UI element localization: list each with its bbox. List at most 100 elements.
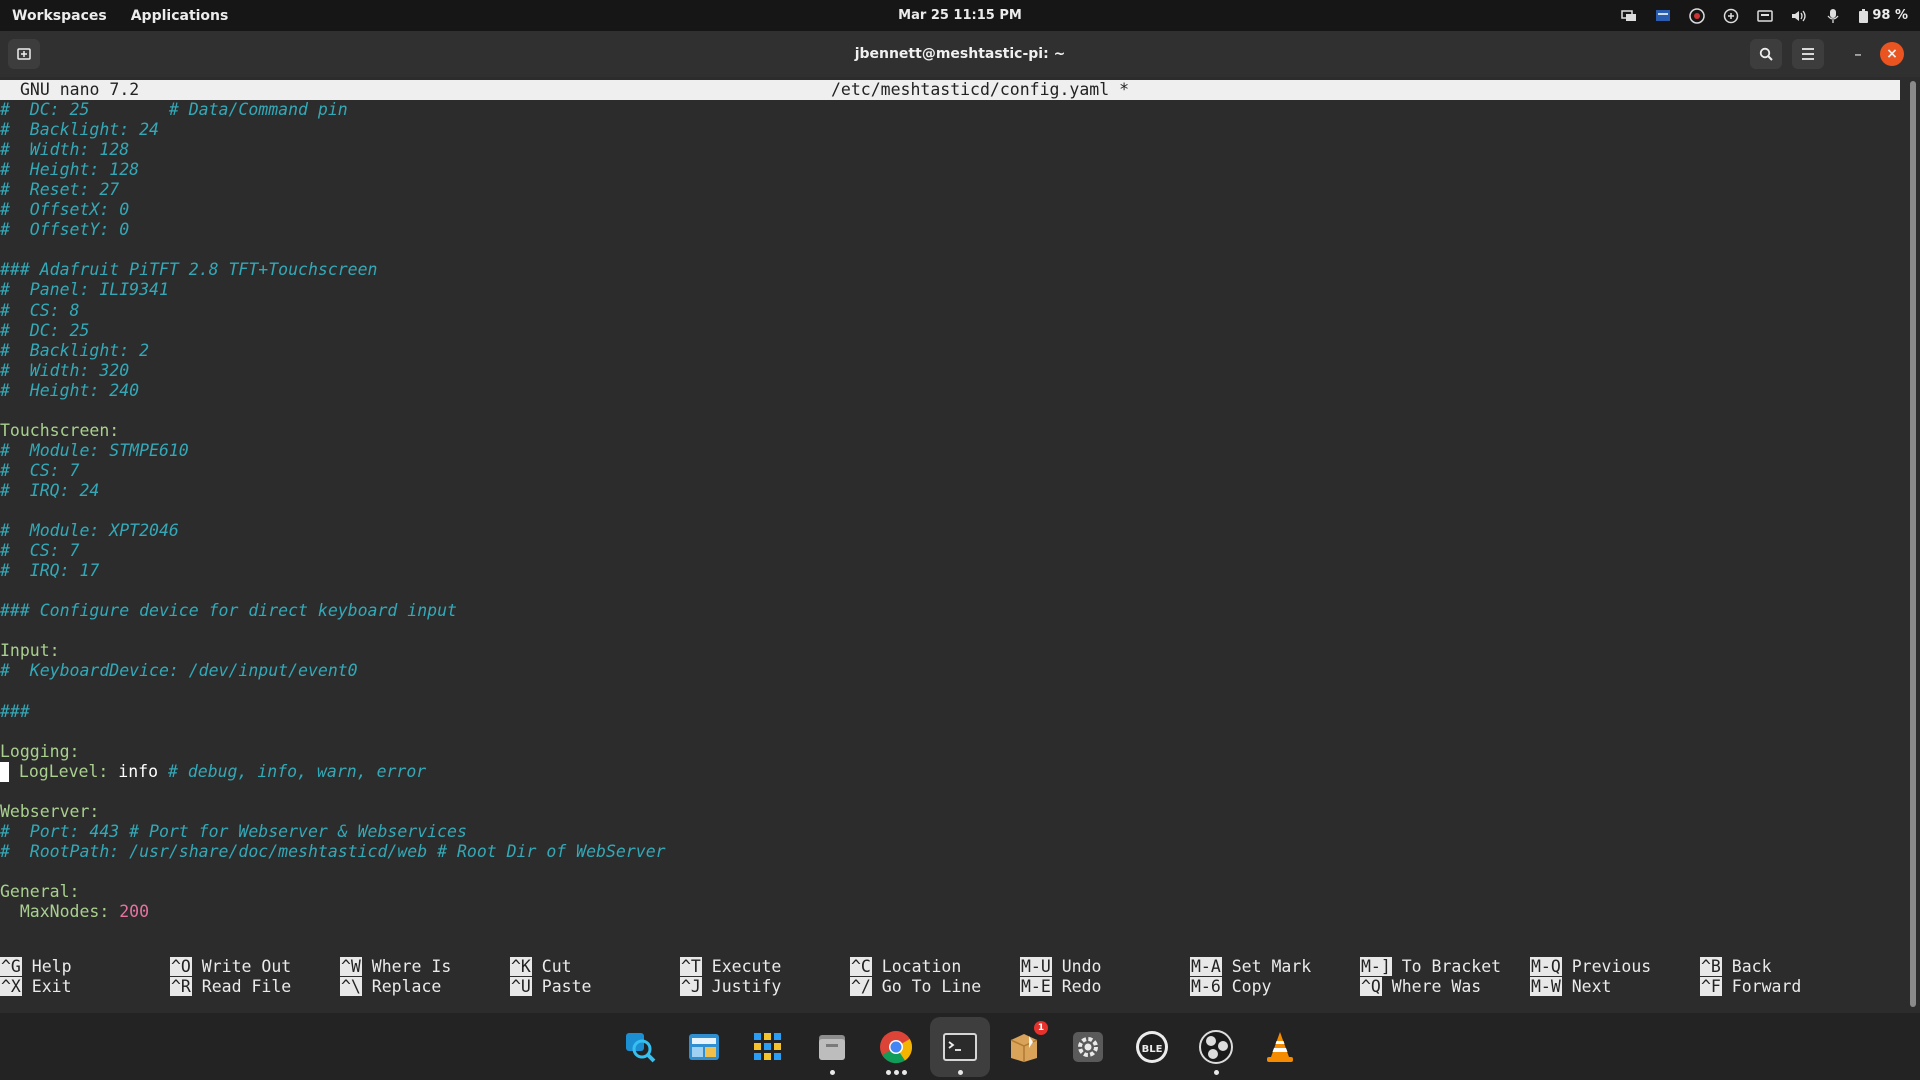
yaml-key: Logging: (0, 741, 80, 761)
editor-line: # Height: 240 (0, 381, 139, 401)
shortcut-label: Forward (1721, 977, 1802, 996)
shortcut-label: Justify (701, 977, 782, 996)
comment-text: # RootPath: /usr/share/doc/meshtasticd/w… (0, 841, 666, 861)
editor-line: # CS: 8 (0, 301, 79, 321)
shortcut-item[interactable]: M-] To Bracket (1360, 957, 1501, 977)
nano-shortcut-bar: ^G Help ^X Exit ^O Write Out ^R Read File ^W… (0, 957, 1920, 1001)
dock-item-app-grid[interactable] (738, 1017, 798, 1077)
editor-line: ### Configure device for direct keyboard… (0, 601, 457, 621)
comment-text: # DC: 25 (0, 320, 90, 340)
comment-text: # DC: 25 # Data/Command pin (0, 100, 348, 119)
network-tray-icon[interactable] (1655, 8, 1671, 24)
shortcut-item[interactable]: ^R Read File (170, 977, 291, 997)
shortcut-item[interactable]: ^U Paste (510, 977, 591, 997)
minimize-button[interactable]: – (1842, 39, 1874, 69)
running-indicator (902, 1070, 907, 1075)
dock-item-system-monitor[interactable] (674, 1017, 734, 1077)
editor-line: # IRQ: 17 (0, 561, 99, 581)
shortcut-item[interactable]: M-E Redo (1020, 977, 1101, 997)
shortcut-item[interactable]: M-W Next (1530, 977, 1611, 997)
applications-menu[interactable]: Applications (131, 8, 229, 24)
shortcut-item[interactable]: ^B Back (1700, 957, 1772, 977)
shortcut-item[interactable]: M-Q Previous (1530, 957, 1651, 977)
shortcut-item[interactable]: ^W Where Is (340, 957, 451, 977)
keyboard-tray-icon[interactable] (1757, 8, 1774, 24)
comment-text: # Port: 443 # Port for Webserver & Webse… (0, 821, 467, 841)
shortcut-key: ^Q (1360, 977, 1382, 996)
system-top-bar: Workspaces Applications Mar 25 11:15 PM … (0, 0, 1920, 31)
shortcut-item[interactable]: ^X Exit (0, 977, 72, 997)
terminal-area[interactable]: GNU nano 7.2 /etc/meshtasticd/config.yam… (0, 77, 1920, 1013)
microphone-icon[interactable] (1825, 8, 1841, 24)
comment-text: # Height: 240 (0, 380, 140, 400)
shortcut-item[interactable]: ^J Justify (680, 977, 781, 997)
shortcut-item[interactable]: ^G Help (0, 957, 72, 977)
dock-item-ble-app[interactable]: BLE (1122, 1017, 1182, 1077)
editor-line: # Backlight: 2 (0, 341, 149, 361)
shortcut-item[interactable]: ^\ Replace (340, 977, 441, 997)
shortcut-item[interactable]: ^K Cut (510, 957, 572, 977)
display-icon[interactable] (1621, 8, 1637, 24)
comment-text: # CS: 8 (0, 300, 80, 320)
search-button[interactable] (1750, 39, 1782, 69)
nano-title-bar: GNU nano 7.2 /etc/meshtasticd/config.yam… (0, 80, 1900, 100)
comment-text: # OffsetX: 0 (0, 200, 130, 220)
shortcut-item[interactable]: M-U Undo (1020, 957, 1101, 977)
dock-item-terminal[interactable] (930, 1017, 990, 1077)
comment-text: # KeyboardDevice: /dev/input/event0 (0, 661, 358, 681)
shortcut-key: ^B (1700, 957, 1722, 976)
yaml-value: info (118, 761, 168, 781)
editor-line: # CS: 7 (0, 461, 79, 481)
system-monitor-icon (686, 1029, 722, 1065)
shortcut-key: ^C (850, 957, 872, 976)
editor-line: # DC: 25 # Data/Command pin (0, 100, 348, 120)
shortcut-label: Help (21, 957, 72, 976)
comment-text: # Backlight: 2 (0, 340, 150, 360)
workspaces-button[interactable]: Workspaces (12, 8, 107, 24)
editor-line: # DC: 25 (0, 321, 89, 341)
dock-item-search-app[interactable] (610, 1017, 670, 1077)
shortcut-item[interactable]: ^/ Go To Line (850, 977, 981, 997)
shortcut-label: Copy (1221, 977, 1272, 996)
close-button[interactable]: × (1880, 42, 1904, 66)
yaml-key: MaxNodes: (0, 902, 120, 921)
comment-text: # CS: 7 (0, 541, 80, 561)
search-icon (1759, 47, 1773, 61)
dock-item-settings[interactable] (1058, 1017, 1118, 1077)
dock-item-vlc[interactable] (1250, 1017, 1310, 1077)
shortcut-item[interactable]: M-A Set Mark (1190, 957, 1311, 977)
chrome-icon (878, 1029, 914, 1065)
dock-item-files[interactable] (802, 1017, 862, 1077)
shortcut-item[interactable]: M-6 Copy (1190, 977, 1271, 997)
scrollbar[interactable] (1910, 81, 1916, 1007)
editor-line: # Port: 443 # Port for Webserver & Webse… (0, 822, 467, 842)
battery-indicator[interactable]: 98 % (1859, 8, 1908, 23)
shortcut-item[interactable]: ^O Write Out (170, 957, 291, 977)
editor-line: # CS: 7 (0, 541, 79, 561)
clock[interactable]: Mar 25 11:15 PM (898, 8, 1022, 23)
volume-icon[interactable] (1791, 8, 1807, 24)
shortcut-key: M-U (1020, 957, 1052, 976)
shortcut-label: Undo (1051, 957, 1102, 976)
terminal-title-bar: jbennett@meshtastic-pi: ~ – × (0, 31, 1920, 77)
shortcut-item[interactable]: ^C Location (850, 957, 961, 977)
dock-item-obs[interactable] (1186, 1017, 1246, 1077)
shortcut-label: Paste (531, 977, 592, 996)
menu-button[interactable] (1792, 39, 1824, 69)
shortcut-item[interactable]: ^T Execute (680, 957, 781, 977)
vpn-tray-icon[interactable] (1723, 8, 1739, 24)
dock-item-software-updater[interactable]: 1 (994, 1017, 1054, 1077)
comment-text: ### Configure device for direct keyboard… (0, 601, 457, 621)
shortcut-key: ^O (170, 957, 192, 976)
dock-item-chrome[interactable] (866, 1017, 926, 1077)
editor-line: # Reset: 27 (0, 180, 119, 200)
shortcut-item[interactable]: ^Q Where Was (1360, 977, 1481, 997)
obs-tray-icon[interactable] (1689, 7, 1706, 24)
comment-text: # OffsetY: 0 (0, 220, 130, 240)
editor-line: ### (0, 702, 30, 722)
shortcut-key: ^X (0, 977, 22, 996)
running-indicator (830, 1070, 835, 1075)
editor-line: # OffsetX: 0 (0, 200, 129, 220)
shortcut-item[interactable]: ^F Forward (1700, 977, 1801, 997)
shortcut-label: To Bracket (1391, 957, 1502, 976)
